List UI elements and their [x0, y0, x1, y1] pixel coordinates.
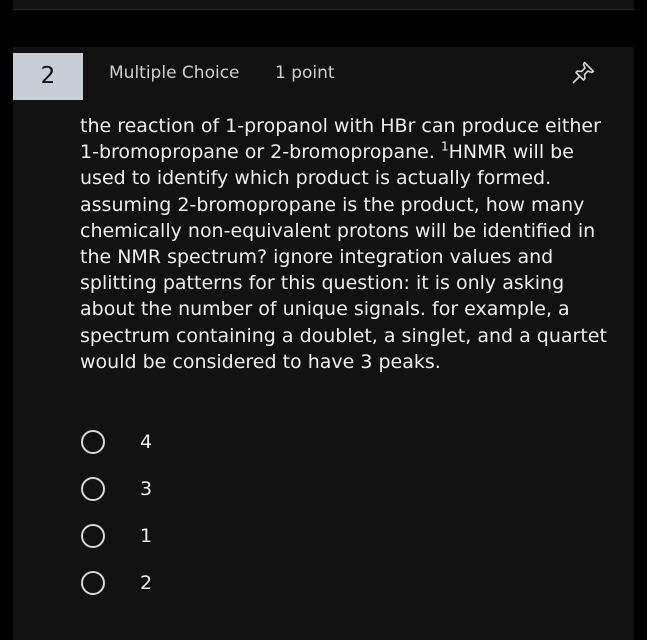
question-points: 1 point	[275, 63, 335, 83]
answer-option-label: 4	[140, 431, 153, 453]
radio-button[interactable]	[81, 524, 105, 548]
answer-option-label: 1	[140, 525, 153, 547]
question-text: the reaction of 1-propanol with HBr can …	[80, 113, 610, 375]
pin-icon[interactable]	[569, 59, 597, 87]
question-card: 2 Multiple Choice 1 point the reaction o…	[13, 47, 634, 640]
question-number: 2	[13, 53, 83, 100]
answer-option-4[interactable]: 2	[81, 571, 281, 599]
radio-button[interactable]	[81, 571, 105, 595]
answer-option-1[interactable]: 4	[81, 430, 281, 458]
pin-icon-graphic	[572, 61, 595, 84]
answer-option-3[interactable]: 1	[81, 524, 281, 552]
answer-option-label: 3	[140, 478, 153, 500]
radio-button[interactable]	[81, 430, 105, 454]
superscript-one: 1	[440, 139, 449, 154]
previous-card-edge	[13, 0, 634, 10]
quiz-page: 2 Multiple Choice 1 point the reaction o…	[0, 0, 647, 640]
question-type: Multiple Choice	[109, 63, 240, 83]
question-text-part-2: HNMR will be used to identify which prod…	[80, 141, 607, 373]
answer-option-label: 2	[140, 572, 153, 594]
radio-button[interactable]	[81, 477, 105, 501]
answer-option-2[interactable]: 3	[81, 477, 281, 505]
